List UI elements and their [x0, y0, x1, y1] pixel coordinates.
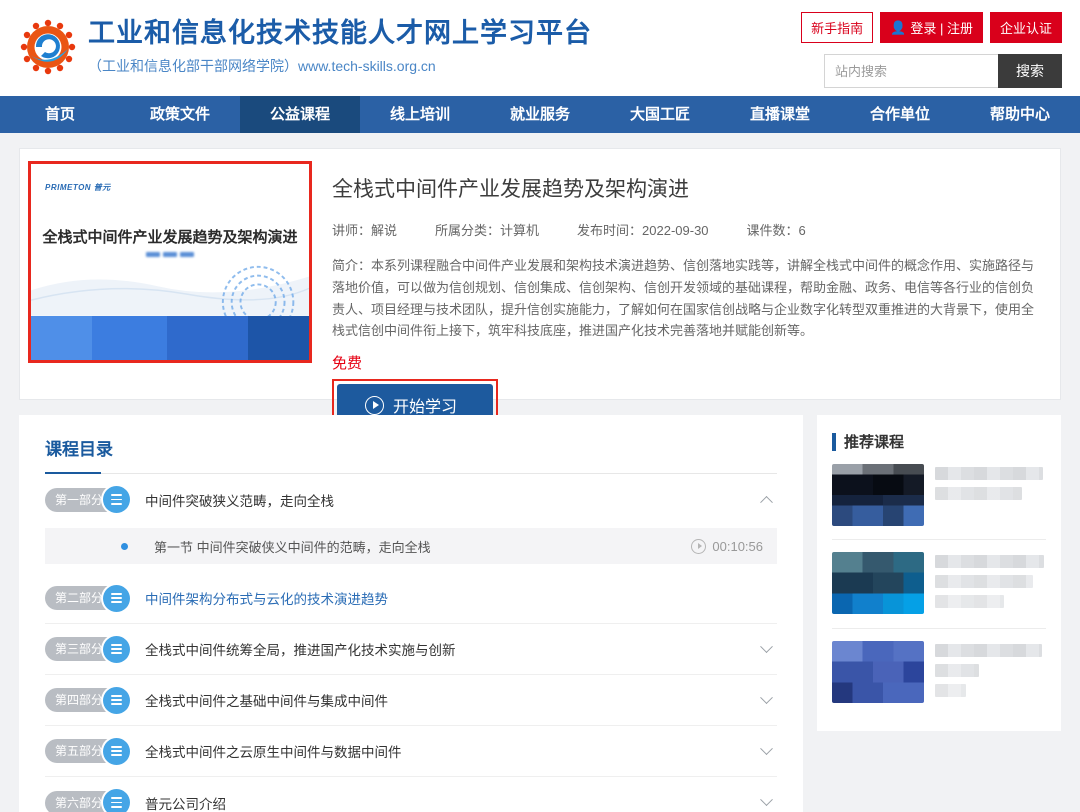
chevron-down-icon — [760, 690, 773, 704]
site-title: 工业和信息化技术技能人才网上学习平台 — [88, 18, 592, 48]
brand-block: 工业和信息化技术技能人才网上学习平台 （工业和信息化部干部网络学院）www.te… — [88, 16, 592, 76]
recommended-item-1[interactable] — [832, 452, 1046, 540]
course-meta: 讲师：解说 所属分类：计算机 发布时间：2022-09-30 课件数：6 — [332, 220, 1038, 239]
nav-item-policy[interactable]: 政策文件 — [120, 96, 240, 133]
list-icon — [103, 584, 131, 612]
course-detail-card: PRIMETON 普元 全栈式中间件产业发展趋势及架构演进 全栈式中间件产业发展… — [19, 148, 1061, 432]
user-icon: 👤 — [890, 19, 907, 35]
header-buttons: 新手指南 👤 登录 | 注册 企业认证 — [801, 12, 1062, 43]
list-icon — [103, 686, 131, 714]
section-badge: 第一部分 — [45, 486, 131, 513]
recommended-text-blurred — [935, 464, 1046, 526]
catalog-section-5[interactable]: 第五部分 全栈式中间件之云原生中间件与数据中间件 — [45, 726, 777, 777]
login-register-button[interactable]: 👤 登录 | 注册 — [880, 12, 983, 43]
list-icon — [103, 635, 131, 663]
search-input[interactable] — [824, 54, 998, 88]
catalog-section-2[interactable]: 第二部分 中间件架构分布式与云化的技术演进趋势 — [45, 573, 777, 624]
meta-publish-date: 发布时间：2022-09-30 — [577, 223, 709, 238]
section-title: 全栈式中间件统筹全局，推进国产化技术实施与创新 — [145, 643, 456, 658]
thumbnail-brand-logo: PRIMETON 普元 — [45, 183, 111, 192]
enterprise-auth-button[interactable]: 企业认证 — [989, 12, 1062, 43]
lesson-row-1[interactable]: 第一节 中间件突破侠义中间件的范畴，走向全栈 00:10:56 — [45, 528, 777, 564]
nav-item-live-class[interactable]: 直播课堂 — [720, 96, 840, 133]
catalog-section-1[interactable]: 第一部分 中间件突破狭义范畴，走向全栈 — [45, 474, 777, 525]
lesson-duration: 00:10:56 — [691, 538, 763, 554]
catalog-section-6[interactable]: 第六部分 普元公司介绍 — [45, 777, 777, 812]
recommended-title-row: 推荐课程 — [832, 431, 1046, 452]
main-nav: 首页 政策文件 公益课程 线上培训 就业服务 大国工匠 直播课堂 合作单位 帮助… — [0, 96, 1080, 133]
section-title: 中间件架构分布式与云化的技术演进趋势 — [145, 592, 389, 607]
lesson-title: 第一节 中间件突破侠义中间件的范畴，走向全栈 — [154, 539, 431, 555]
course-catalog-card: 课程目录 第一部分 中间件突破狭义范畴，走向全栈 第一节 中间件突破侠义中间件的… — [19, 415, 803, 812]
header-right: 新手指南 👤登录 | 注册 企业认证 搜索 — [801, 12, 1062, 88]
meta-lesson-count: 课件数：6 — [746, 223, 806, 238]
section-title: 中间件突破狭义范畴，走向全栈 — [145, 493, 335, 509]
search-button[interactable]: 搜索 — [998, 54, 1062, 88]
chevron-up-icon — [760, 495, 773, 509]
recommended-item-2[interactable] — [832, 540, 1046, 629]
nav-item-home[interactable]: 首页 — [0, 96, 120, 133]
nav-item-employment[interactable]: 就业服务 — [480, 96, 600, 133]
section-badge: 第三部分 — [45, 635, 131, 663]
price-label: 免费 — [332, 355, 363, 373]
section-badge: 第五部分 — [45, 737, 131, 765]
nav-item-public-courses[interactable]: 公益课程 — [240, 96, 360, 133]
catalog-divider — [45, 472, 777, 474]
chevron-down-icon — [760, 793, 773, 807]
chevron-down-icon — [760, 741, 773, 755]
recommended-text-blurred — [935, 552, 1046, 615]
guide-button[interactable]: 新手指南 — [801, 12, 874, 43]
play-circle-icon — [691, 538, 707, 554]
play-icon — [365, 395, 384, 415]
site-header: 工业和信息化技术技能人才网上学习平台 （工业和信息化部干部网络学院）www.te… — [0, 0, 1080, 96]
catalog-section-4[interactable]: 第四部分 全栈式中间件之基础中间件与集成中间件 — [45, 675, 777, 726]
lower-area: 课程目录 第一部分 中间件突破狭义范畴，走向全栈 第一节 中间件突破侠义中间件的… — [19, 415, 1061, 812]
section-title: 全栈式中间件之云原生中间件与数据中间件 — [145, 745, 402, 760]
nav-item-partners[interactable]: 合作单位 — [840, 96, 960, 133]
section-badge: 第二部分 — [45, 584, 131, 612]
catalog-title: 课程目录 — [45, 440, 113, 459]
nav-item-craftsman[interactable]: 大国工匠 — [600, 96, 720, 133]
bullet-dot-icon — [121, 542, 128, 550]
recommended-item-3[interactable] — [832, 629, 1046, 717]
recommended-thumbnail-blurred — [832, 641, 924, 703]
meta-category: 所属分类：计算机 — [435, 223, 540, 238]
title-accent-bar — [832, 432, 836, 451]
section-title: 全栈式中间件之基础中间件与集成中间件 — [145, 694, 389, 709]
nav-item-online-training[interactable]: 线上培训 — [360, 96, 480, 133]
catalog-section-3[interactable]: 第三部分 全栈式中间件统筹全局，推进国产化技术实施与创新 — [45, 624, 777, 675]
recommended-thumbnail-blurred — [832, 464, 924, 526]
recommended-text-blurred — [935, 641, 1046, 704]
recommended-thumbnail-blurred — [832, 552, 924, 614]
page-content: PRIMETON 普元 全栈式中间件产业发展趋势及架构演进 全栈式中间件产业发展… — [0, 133, 1080, 812]
site-logo[interactable] — [16, 15, 80, 79]
course-thumbnail-highlighted: PRIMETON 普元 全栈式中间件产业发展趋势及架构演进 — [28, 161, 312, 363]
course-title: 全栈式中间件产业发展趋势及架构演进 — [332, 178, 689, 201]
nav-item-help[interactable]: 帮助中心 — [960, 96, 1080, 133]
list-icon — [103, 789, 131, 812]
gear-logo-icon — [20, 19, 76, 75]
course-description: 简介：本系列课程融合中间件产业发展和架构技术演进趋势、信创落地实践等，讲解全栈式… — [332, 258, 1035, 339]
course-info: 全栈式中间件产业发展趋势及架构演进 讲师：解说 所属分类：计算机 发布时间：20… — [312, 161, 1044, 432]
site-search: 搜索 — [824, 54, 1062, 88]
thumbnail-title: 全栈式中间件产业发展趋势及架构演进 — [42, 229, 298, 246]
thumbnail-bottom-bars — [31, 316, 309, 360]
meta-lecturer: 讲师：解说 — [332, 223, 398, 238]
section-badge: 第四部分 — [45, 686, 131, 714]
recommended-title: 推荐课程 — [844, 434, 905, 451]
section-badge: 第六部分 — [45, 789, 131, 812]
recommended-courses-card: 推荐课程 — [817, 415, 1061, 731]
list-icon — [103, 737, 131, 765]
chevron-down-icon — [760, 639, 773, 653]
site-subtitle: （工业和信息化部干部网络学院）www.tech-skills.org.cn — [88, 58, 436, 74]
section-title: 普元公司介绍 — [145, 796, 227, 812]
list-icon — [103, 486, 131, 513]
